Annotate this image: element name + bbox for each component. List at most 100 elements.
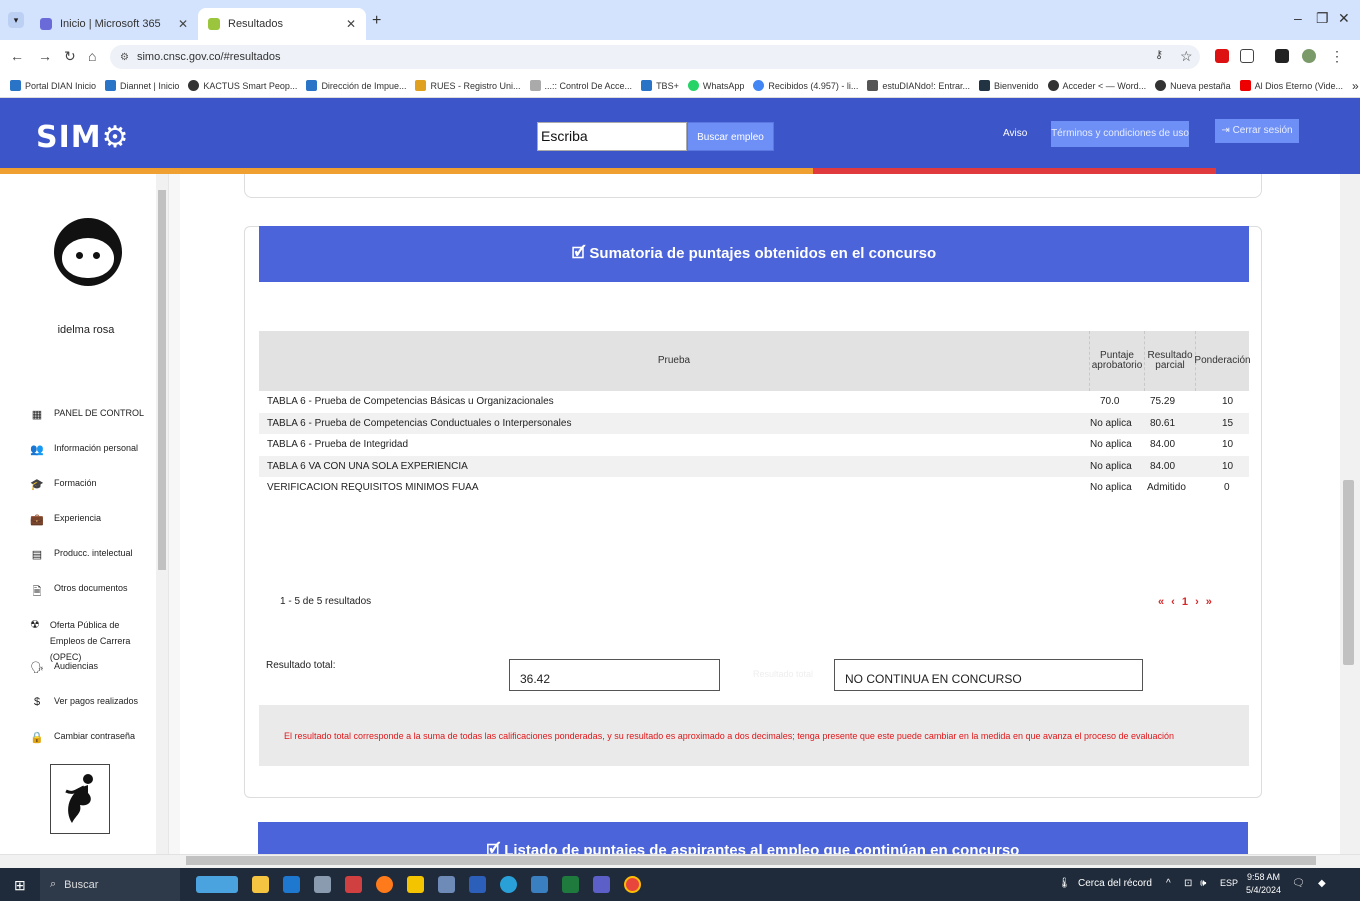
more-bookmarks-icon[interactable]: » — [1352, 79, 1359, 93]
bookmark-item[interactable]: Dirección de Impue... — [306, 80, 406, 91]
windows-start-icon[interactable]: ⊞ — [14, 877, 26, 894]
cell-prueba: TABLA 6 - Prueba de Integridad — [267, 439, 409, 451]
sidebar-item-panel-control[interactable]: ▦ PANEL DE CONTROL — [30, 408, 144, 421]
search-input[interactable]: Escriba — [537, 122, 687, 151]
column-header-ponderacion[interactable]: Ponderación — [1194, 331, 1250, 391]
search-button[interactable]: Buscar empleo — [687, 122, 774, 151]
bookmark-item[interactable]: Diannet | Inicio — [105, 80, 179, 91]
excel-icon[interactable] — [562, 876, 579, 893]
cell-resultado: 80.61 — [1150, 417, 1176, 429]
chrome-icon[interactable] — [624, 876, 641, 893]
menu-kebab-icon[interactable]: ⋮ — [1330, 48, 1344, 65]
language-indicator[interactable]: ESP — [1220, 878, 1238, 888]
calculator-icon[interactable] — [314, 876, 331, 893]
edge-legacy-icon[interactable] — [283, 876, 300, 893]
sidebar-item-pagos[interactable]: $ Ver pagos realizados — [30, 696, 138, 708]
cell-resultado: 75.29 — [1150, 396, 1176, 407]
bookmark-item[interactable]: estuDIANdo!: Entrar... — [867, 80, 970, 91]
bookmark-item[interactable]: KACTUS Smart Peop... — [188, 80, 297, 91]
terms-button[interactable]: Términos y condiciones de uso — [1051, 121, 1189, 147]
new-tab-icon[interactable]: + — [372, 12, 381, 30]
sidebar-item-formacion[interactable]: 🎓 Formación — [30, 478, 96, 491]
bookmark-item[interactable]: Portal DIAN Inicio — [10, 80, 96, 91]
reload-icon[interactable]: ↻ — [64, 48, 76, 65]
sidebar-item-produccion[interactable]: ▤ Producc. intelectual — [30, 548, 133, 561]
pagination-controls[interactable]: « ‹ 1 › » — [1158, 596, 1214, 608]
weather-text[interactable]: Cerca del récord — [1078, 878, 1152, 889]
sidebar-item-experiencia[interactable]: 💼 Experiencia — [30, 513, 101, 526]
page-icon — [867, 80, 879, 91]
back-icon[interactable]: ← — [10, 48, 24, 64]
bookmark-item[interactable]: RUES - Registro Uni... — [415, 80, 521, 91]
extensions-icon[interactable] — [1240, 49, 1254, 63]
url-input[interactable]: ⚙ simo.cnsc.gov.co/#resultados — [110, 45, 1200, 69]
url-text: simo.cnsc.gov.co/#resultados — [136, 51, 281, 63]
weather-icon[interactable]: 🌡 — [1058, 878, 1071, 889]
forward-icon[interactable]: → — [38, 48, 52, 64]
sidebar-item-info-personal[interactable]: 👥 Información personal — [30, 443, 138, 456]
horizontal-scrollbar-thumb[interactable] — [186, 856, 1316, 865]
aviso-link[interactable]: Aviso — [1003, 128, 1027, 139]
sidebar-item-otros-docs[interactable]: 🗎 Otros documentos — [30, 583, 128, 602]
edge-icon[interactable] — [500, 876, 517, 893]
notifications-icon[interactable]: 🗨 — [1292, 878, 1305, 889]
simo-logo[interactable]: SIM⚙ — [36, 120, 130, 155]
network-icon[interactable]: ⊡ — [1184, 878, 1192, 889]
site-settings-icon[interactable]: ⚙ — [120, 52, 129, 63]
app-tray-icon[interactable]: ◆ — [1318, 878, 1326, 889]
globe-icon — [188, 80, 200, 91]
main-scrollbar-thumb[interactable] — [1343, 480, 1354, 665]
word-icon[interactable] — [469, 876, 486, 893]
file-explorer-icon[interactable] — [252, 876, 269, 893]
app-icon[interactable] — [531, 876, 548, 893]
tray-expand-icon[interactable]: ^ — [1166, 878, 1171, 889]
restore-icon[interactable]: ❐ — [1316, 10, 1329, 27]
bookmark-item[interactable]: WhatsApp — [687, 80, 744, 91]
bookmark-item[interactable]: Recibidos (4.957) - li... — [753, 80, 858, 91]
pdf-extension-icon[interactable] — [1215, 49, 1229, 63]
logout-button[interactable]: ⇥ Cerrar sesión — [1215, 119, 1299, 143]
app-icon[interactable] — [438, 876, 455, 893]
column-header-puntaje[interactable]: Puntaje aprobatorio — [1090, 331, 1145, 391]
password-key-icon[interactable]: ⚷ — [1155, 48, 1163, 61]
bookmark-item[interactable]: Bienvenido — [978, 80, 1039, 91]
volume-icon[interactable]: 🕪 — [1200, 878, 1206, 889]
sidebar-item-audiencias[interactable]: 🗣 Audiencias — [30, 661, 98, 674]
cnsc-logo-image — [50, 764, 110, 834]
close-icon[interactable]: ✕ — [346, 17, 356, 31]
tab-resultados[interactable]: Resultados ✕ — [198, 8, 366, 40]
clock[interactable]: 9:58 AM 5/4/2024 — [1246, 871, 1281, 897]
cell-puntaje: 70.0 — [1100, 396, 1120, 407]
minimize-icon[interactable]: – — [1294, 10, 1302, 26]
tab-microsoft365[interactable]: Inicio | Microsoft 365 ✕ — [30, 8, 198, 40]
teams-icon[interactable] — [593, 876, 610, 893]
taskbar-search[interactable]: ⌕ Buscar — [40, 868, 180, 901]
close-window-icon[interactable]: ✕ — [1338, 10, 1350, 27]
close-icon[interactable]: ✕ — [178, 17, 188, 31]
home-icon[interactable]: ⌂ — [88, 48, 96, 64]
total-label: Resultado total: — [266, 660, 336, 671]
total-value-field: 36.42 — [509, 659, 720, 691]
bookmark-item[interactable]: ...:: Control De Acce... — [529, 80, 632, 91]
cell-puntaje: No aplica — [1090, 460, 1132, 472]
bookmark-star-icon[interactable]: ☆ — [1180, 48, 1193, 65]
tab-search-icon[interactable]: ▾ — [8, 12, 24, 28]
column-header-prueba[interactable]: Prueba — [259, 331, 1090, 391]
cell-ponderacion: 10 — [1222, 460, 1234, 472]
landscape-widget-icon[interactable] — [196, 876, 238, 893]
sidebar-item-contrasena[interactable]: 🔒 Cambiar contraseña — [30, 731, 135, 744]
browser-tab-bar: ▾ Inicio | Microsoft 365 ✕ Resultados ✕ … — [0, 0, 1360, 40]
sidebar-item-opec[interactable]: ☢ Oferta Pública de Empleos de Carrera (O… — [30, 617, 140, 665]
profile-avatar[interactable] — [1302, 49, 1316, 63]
column-header-resultado[interactable]: Resultado parcial — [1145, 331, 1196, 391]
globe-icon — [1047, 80, 1059, 91]
sidepanel-icon[interactable] — [1275, 49, 1289, 63]
sidebar-scrollbar-thumb[interactable] — [158, 190, 166, 570]
bookmark-item[interactable]: Al Dios Eterno (Vide... — [1239, 80, 1343, 91]
sticky-notes-icon[interactable] — [407, 876, 424, 893]
bookmark-item[interactable]: TBS+ — [641, 80, 679, 91]
bookmark-item[interactable]: Acceder < — Word... — [1047, 80, 1146, 91]
app-icon[interactable] — [345, 876, 362, 893]
firefox-icon[interactable] — [376, 876, 393, 893]
bookmark-item[interactable]: Nueva pestaña — [1155, 80, 1231, 91]
